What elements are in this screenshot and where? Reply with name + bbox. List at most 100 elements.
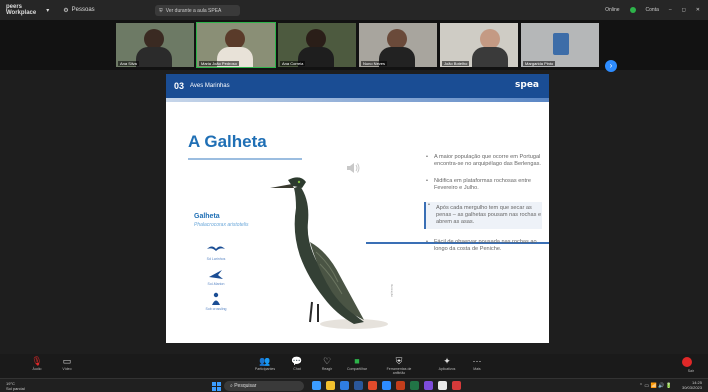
clock[interactable]: 14:25 30/03/2023	[682, 380, 702, 390]
toolbar-label: Compartilhar	[346, 367, 368, 371]
participant-tile[interactable]: Ana Correia	[278, 23, 356, 67]
title-underline	[188, 158, 302, 160]
bullet-item: Nidifica em plataformas rochosas entre F…	[424, 178, 542, 192]
participant-avatar	[387, 29, 407, 49]
participants-strip: Ana Silva Maria João Pedroso Ana Correia…	[0, 20, 708, 72]
taskbar-search-input[interactable]: ⌕ Pesquisar	[224, 381, 304, 391]
toolbar-label: Vídeo	[62, 367, 72, 371]
toolbar-label: Mais	[473, 367, 481, 371]
participants-button[interactable]: 👥 Participantes	[250, 356, 280, 371]
windows-start-icon[interactable]	[212, 382, 221, 391]
edge-icon[interactable]	[340, 381, 349, 390]
chat-button[interactable]: 💬 Chat	[282, 356, 312, 371]
os-taskbar: 19°C Sol parcial ⌕ Pesquisar ⌃ ▭ 📶 🔊 🔋 1…	[0, 378, 708, 392]
spea-logo: spea	[515, 80, 539, 90]
zoom-icon[interactable]	[382, 381, 391, 390]
chrome-icon[interactable]	[368, 381, 377, 390]
people-icon: ⚙	[63, 7, 69, 14]
bullet-item: A maior população que ocorre em Portugal…	[424, 154, 542, 168]
header-band	[166, 98, 549, 102]
toolbar-label: Participantes	[254, 367, 276, 371]
people-menu-label: Pessoas	[71, 7, 95, 13]
meeting-info-label: Ver durante a aula SPEA	[165, 7, 222, 14]
shared-slide: 03 Aves Marinhas spea A Galheta Galheta …	[166, 74, 549, 343]
share-icon: ■	[354, 356, 360, 366]
more-button[interactable]: ⋯ Mais	[462, 356, 492, 371]
search-placeholder: Pesquisar	[234, 383, 257, 389]
participant-name: Margarida Pinto	[523, 61, 556, 66]
acrobat-icon[interactable]	[452, 381, 461, 390]
status-dot-icon	[629, 7, 636, 13]
apps-icon: ✦	[443, 356, 451, 366]
toolbar-label: Aplicativos	[438, 367, 456, 371]
pinned-apps	[312, 381, 461, 390]
bullet-item: Após cada mergulho tem que secar as pena…	[424, 202, 542, 229]
maximize-icon[interactable]: ◻	[682, 7, 686, 13]
leave-button[interactable]	[682, 357, 692, 367]
excel-icon[interactable]	[410, 381, 419, 390]
participant-name: Nuno Neves	[361, 61, 388, 66]
reactions-icon: ♡	[322, 356, 332, 366]
photo-credit: Ilustração	[390, 284, 394, 298]
brand-line-2: Workplace	[6, 10, 37, 16]
audio-button[interactable]: 🎙 Áudio	[22, 356, 52, 371]
weather-widget[interactable]: 19°C Sol parcial	[6, 381, 25, 391]
shield-icon: ⛨	[159, 7, 163, 14]
word-icon[interactable]	[354, 381, 363, 390]
participant-name: Ana Correia	[280, 61, 306, 66]
powerpoint-icon[interactable]	[396, 381, 405, 390]
participant-avatar	[225, 29, 245, 49]
outlook-icon[interactable]	[438, 381, 447, 390]
toolbar-label: Ferramentas de anfitrião	[386, 367, 412, 375]
icon-label: Sol-Marion	[207, 282, 225, 286]
participant-tile[interactable]: Margarida Pinto	[521, 23, 599, 67]
participant-tile[interactable]: Nuno Neves	[359, 23, 437, 67]
section-number: 03	[174, 81, 185, 91]
leave-label: Sair	[687, 369, 694, 373]
people-menu[interactable]: ⚙ Pessoas	[63, 7, 94, 14]
teams-icon[interactable]	[424, 381, 433, 390]
participant-name: João Botelho	[442, 61, 470, 66]
meeting-info-pill[interactable]: ⛨ Ver durante a aula SPEA	[155, 5, 240, 16]
window-controls: Online Conta – ◻ ✕	[605, 0, 700, 20]
participants-icon: 👥	[259, 356, 271, 366]
app-brand: peers Workplace	[6, 4, 36, 16]
zoom-window: peers Workplace ▾ ⚙ Pessoas ⛨ Ver durant…	[0, 0, 708, 392]
title-bar: peers Workplace ▾ ⚙ Pessoas ⛨ Ver durant…	[0, 0, 708, 20]
system-tray[interactable]: ⌃ ▭ 📶 🔊 🔋	[639, 383, 672, 389]
flight-icon	[207, 246, 225, 251]
bullet-list: A maior população que ocorre em Portugal…	[424, 154, 542, 263]
react-button[interactable]: ♡ Reagir	[312, 356, 342, 371]
video-button[interactable]: ▭ Vídeo	[52, 356, 82, 371]
toolbar-label: Chat	[293, 367, 301, 371]
brand-dropdown[interactable]: ▾	[46, 7, 49, 14]
host-tools-button[interactable]: ⛨ Ferramentas de anfitrião	[384, 356, 414, 375]
apps-button[interactable]: ✦ Aplicativos	[432, 356, 462, 371]
icon-label: Sd Larinhos	[206, 257, 226, 261]
next-participants-icon[interactable]: ›	[605, 60, 617, 72]
participant-tile[interactable]: Ana Silva	[116, 23, 194, 67]
toolbar-label: Áudio	[32, 367, 42, 371]
task-view-icon[interactable]	[312, 381, 321, 390]
chat-icon: 💬	[291, 356, 303, 366]
participant-tile[interactable]: João Botelho	[440, 23, 518, 67]
share-button[interactable]: ■ Compartilhar	[342, 356, 372, 371]
profile-label[interactable]: Conta	[646, 7, 659, 13]
participant-avatar	[144, 29, 164, 49]
participant-body	[472, 47, 508, 67]
minimize-icon[interactable]: –	[669, 7, 672, 13]
more-icon: ⋯	[472, 356, 482, 366]
bullet-item: Fácil de observar pousada nas rochas ao …	[424, 239, 542, 253]
shag-illustration	[270, 177, 388, 329]
close-icon[interactable]: ✕	[696, 7, 700, 13]
participant-avatar	[480, 29, 500, 49]
slide-title: A Galheta	[188, 132, 267, 151]
participant-tile[interactable]: Maria João Pedroso	[196, 22, 276, 68]
toolbar-label: Reagir	[321, 367, 333, 371]
species-name: Galheta	[194, 213, 220, 220]
icon-label: Sob crossling	[205, 307, 227, 311]
video-icon: ▭	[62, 356, 72, 366]
participant-name: Maria João Pedroso	[199, 61, 239, 66]
participant-avatar	[306, 29, 326, 49]
file-explorer-icon[interactable]	[326, 381, 335, 390]
